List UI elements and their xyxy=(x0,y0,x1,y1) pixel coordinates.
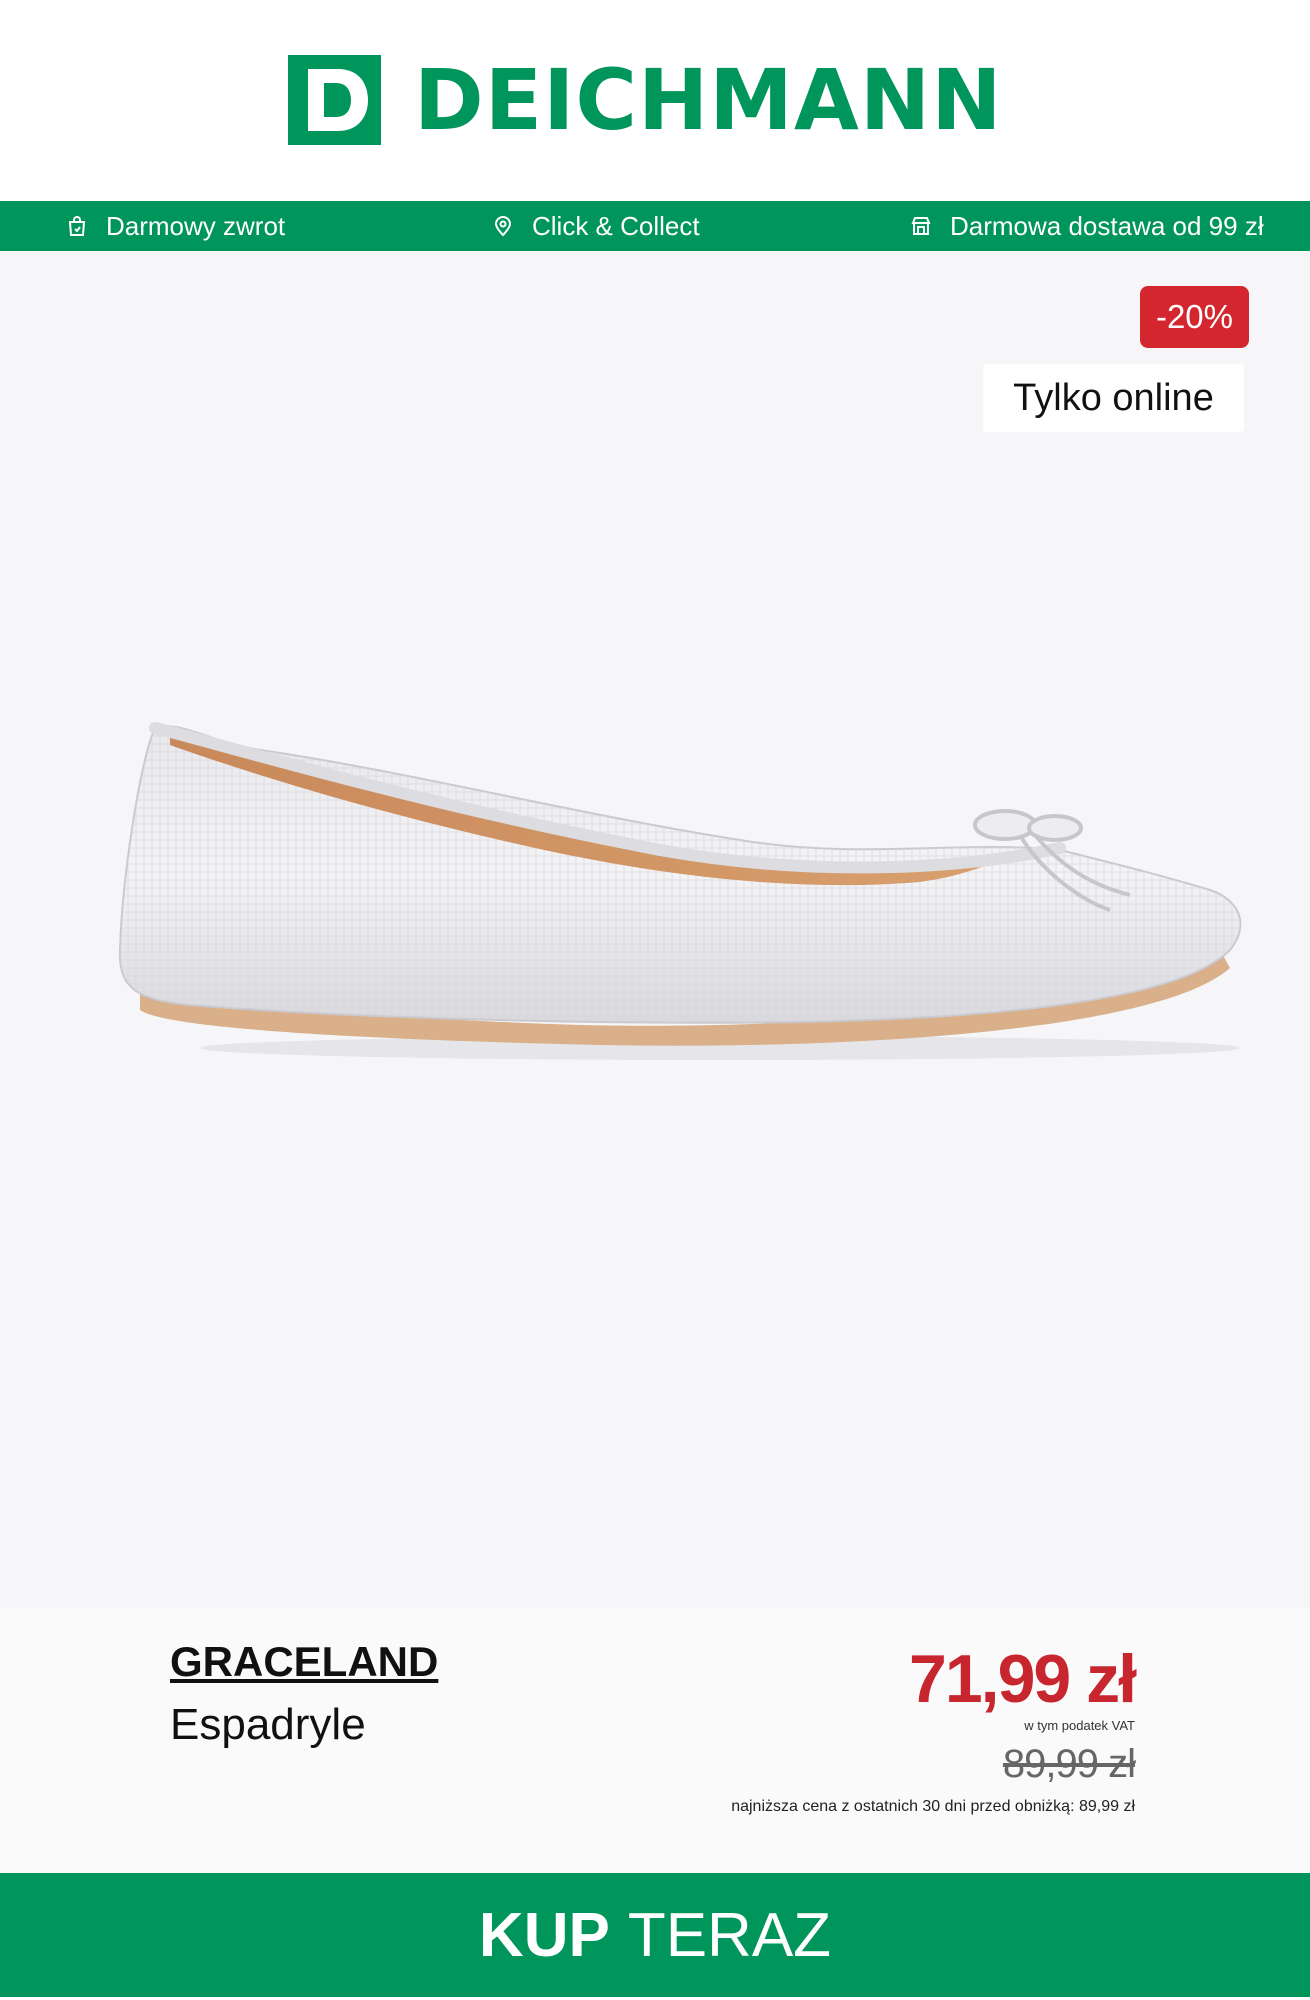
benefit-label: Darmowy zwrot xyxy=(106,210,286,241)
product-brand-link[interactable]: GRACELAND xyxy=(170,1638,438,1686)
cta-label: TERAZ xyxy=(627,1900,832,1970)
logo-d-mark-icon xyxy=(288,55,381,145)
header: DEICHMANN xyxy=(0,0,1310,201)
vat-note: w tym podatek VAT xyxy=(1024,1718,1135,1733)
return-bag-icon xyxy=(66,215,88,237)
benefit-label: Darmowa dostawa od 99 zł xyxy=(950,210,1264,241)
cta-bold-label: KUP xyxy=(478,1900,610,1970)
benefit-click-collect[interactable]: Click & Collect xyxy=(492,201,700,251)
lowest-price-note: najniższa cena z ostatnich 30 dni przed … xyxy=(731,1798,1135,1815)
silver-ballet-flat-shoe-icon xyxy=(118,722,1242,1060)
product-name: Espadryle xyxy=(170,1700,366,1749)
location-pin-icon xyxy=(492,215,514,237)
old-price: 89,99 zł xyxy=(1002,1742,1136,1786)
current-price: 71,99 zł xyxy=(909,1641,1137,1717)
benefit-label: Click & Collect xyxy=(532,210,700,241)
online-only-badge: Tylko online xyxy=(983,364,1244,432)
store-icon xyxy=(910,215,932,237)
benefits-bar: Darmowy zwrot Click & Collect Darmowa do… xyxy=(0,201,1310,251)
logo-wordmark: DEICHMANN xyxy=(414,51,1003,149)
benefit-free-delivery[interactable]: Darmowa dostawa od 99 zł xyxy=(910,201,1264,251)
deichmann-logo[interactable]: DEICHMANN xyxy=(288,55,1003,145)
buy-now-button[interactable]: KUP TERAZ xyxy=(0,1873,1310,1997)
benefit-free-return[interactable]: Darmowy zwrot xyxy=(66,201,285,251)
product-image[interactable] xyxy=(100,700,1260,1085)
discount-badge: -20% xyxy=(1140,286,1249,348)
